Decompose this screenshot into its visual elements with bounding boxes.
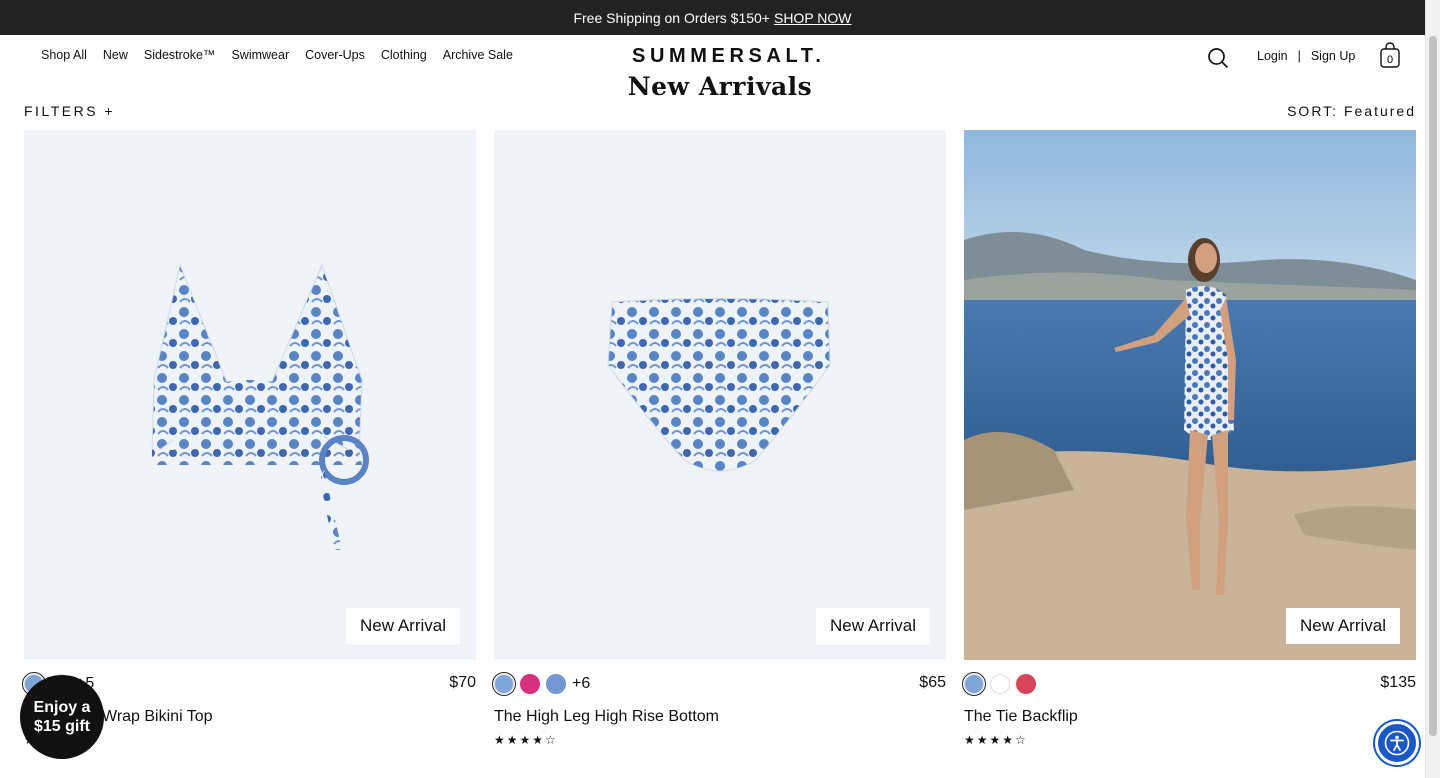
nav-cover-ups[interactable]: Cover-Ups: [305, 48, 365, 62]
gift-promo-button[interactable]: Enjoy a $15 gift: [20, 675, 104, 759]
product-image[interactable]: New Arrival: [964, 130, 1416, 660]
color-swatches: +6: [492, 672, 590, 696]
gift-promo-text: Enjoy a $15 gift: [33, 699, 91, 735]
bikini-bottom-illustration: [607, 298, 831, 472]
nav-swimwear[interactable]: Swimwear: [231, 48, 289, 62]
login-link[interactable]: Login: [1257, 49, 1288, 63]
beach-photo: [964, 130, 1416, 660]
product-price: $135: [1380, 674, 1416, 691]
accessibility-icon: [1384, 730, 1410, 756]
account-links: Login | Sign Up: [1257, 49, 1355, 63]
signup-link[interactable]: Sign Up: [1311, 49, 1355, 63]
product-rating: ★★★★☆: [494, 733, 558, 747]
product-name[interactable]: Wrap Bikini Top: [102, 708, 213, 726]
sort-dropdown[interactable]: SORT: Featured: [1287, 103, 1416, 119]
product-price: $70: [449, 674, 476, 691]
nav-shop-all[interactable]: Shop All: [41, 48, 87, 62]
cart-icon[interactable]: 0: [1380, 42, 1400, 68]
brand-logo[interactable]: SUMMERSALT.: [632, 45, 821, 68]
product-rating: ★★★★☆: [964, 733, 1028, 747]
color-swatch[interactable]: [546, 674, 566, 694]
accessibility-button[interactable]: [1375, 721, 1419, 765]
page-title: New Arrivals: [627, 72, 813, 101]
nav-new[interactable]: New: [103, 48, 128, 62]
nav-sidestroke[interactable]: Sidestroke™: [144, 48, 216, 62]
nav-archive-sale[interactable]: Archive Sale: [443, 48, 513, 62]
announcement-text: Free Shipping on Orders $150+: [573, 9, 770, 26]
more-colors[interactable]: +6: [572, 675, 590, 693]
product-card[interactable]: New Arrival $135 The Tie Backflip ★★★★☆: [962, 130, 1416, 747]
new-arrival-badge: New Arrival: [1286, 608, 1400, 644]
product-image[interactable]: New Arrival: [24, 130, 476, 660]
color-swatch[interactable]: [520, 674, 540, 694]
product-card[interactable]: New Arrival +6 $65 The High Leg High Ris…: [492, 130, 946, 747]
auth-separator: |: [1297, 49, 1301, 63]
color-swatch[interactable]: [1016, 674, 1036, 694]
product-price: $65: [919, 674, 946, 691]
color-swatch[interactable]: [962, 672, 986, 696]
announcement-bar: Free Shipping on Orders $150+ SHOP NOW: [0, 0, 1425, 35]
cart-count: 0: [1387, 54, 1393, 66]
nav-clothing[interactable]: Clothing: [381, 48, 427, 62]
product-image[interactable]: New Arrival: [494, 130, 946, 660]
scrollbar[interactable]: [1425, 0, 1440, 778]
product-card[interactable]: New Arrival +5 $70 Wrap Bikini Top ★★★★★: [22, 130, 476, 747]
scrollbar-thumb[interactable]: [1429, 36, 1437, 736]
color-swatch[interactable]: [990, 674, 1010, 694]
search-icon[interactable]: [1207, 47, 1229, 69]
filters-toggle[interactable]: FILTERS +: [24, 103, 115, 119]
main-nav: Shop All New Sidestroke™ Swimwear Cover-…: [41, 48, 513, 62]
bikini-top-illustration: [151, 263, 369, 550]
product-name[interactable]: The High Leg High Rise Bottom: [494, 708, 719, 726]
product-name[interactable]: The Tie Backflip: [964, 708, 1078, 726]
new-arrival-badge: New Arrival: [816, 608, 930, 644]
shop-now-link[interactable]: SHOP NOW: [774, 10, 852, 26]
new-arrival-badge: New Arrival: [346, 608, 460, 644]
color-swatches: [962, 672, 1036, 696]
color-swatch[interactable]: [492, 672, 516, 696]
